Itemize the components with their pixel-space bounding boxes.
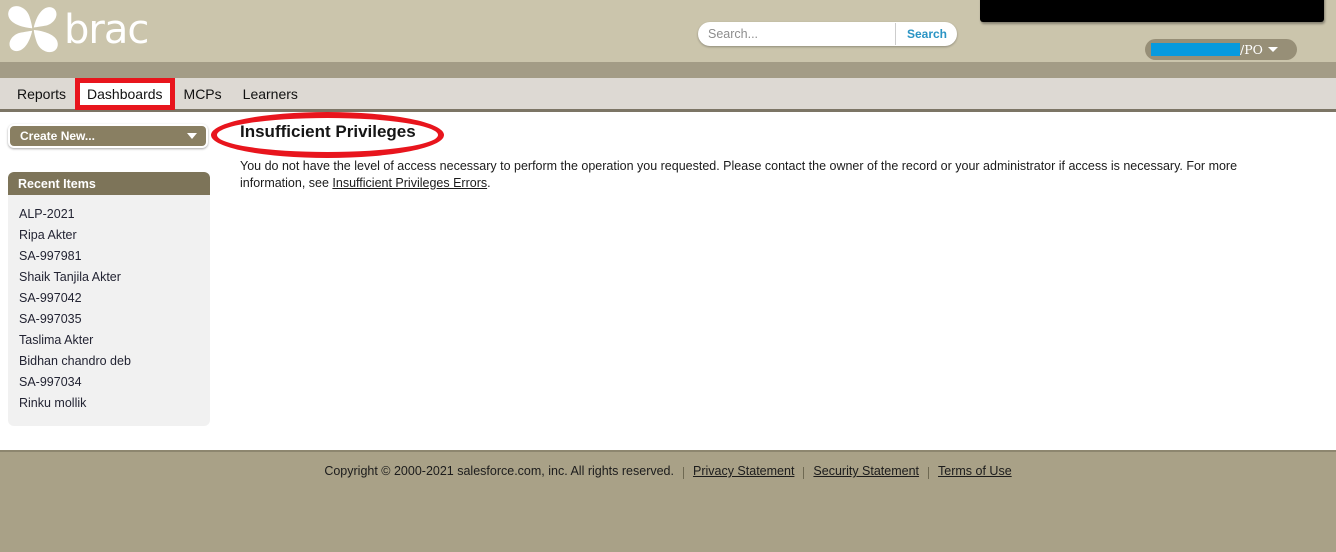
error-message-suffix: . bbox=[487, 176, 491, 190]
search-input[interactable] bbox=[706, 23, 895, 45]
global-search[interactable]: Search bbox=[698, 22, 957, 46]
footer-divider bbox=[803, 467, 805, 479]
list-item[interactable]: SA-997981 bbox=[8, 246, 210, 267]
terms-of-use-link[interactable]: Terms of Use bbox=[938, 464, 1012, 478]
recent-items-list: ALP-2021 Ripa Akter SA-997981 Shaik Tanj… bbox=[8, 195, 210, 426]
page-footer: Copyright © 2000-2021 salesforce.com, in… bbox=[0, 450, 1336, 552]
brac-pinwheel-logo-icon bbox=[6, 4, 60, 56]
page-root: brac Search /PO Reports Dashboards MCPs … bbox=[0, 0, 1336, 552]
tab-mcps[interactable]: MCPs bbox=[177, 83, 229, 105]
user-name-redaction bbox=[1151, 43, 1240, 56]
search-button[interactable]: Search bbox=[896, 22, 957, 46]
tab-reports[interactable]: Reports bbox=[10, 83, 73, 105]
main-content: Insufficient Privileges You do not have … bbox=[226, 120, 1316, 192]
primary-navigation: Reports Dashboards MCPs Learners bbox=[0, 77, 1336, 112]
brac-logo[interactable]: brac bbox=[6, 2, 186, 58]
tab-learners[interactable]: Learners bbox=[236, 83, 305, 105]
footer-copyright: Copyright © 2000-2021 salesforce.com, in… bbox=[324, 464, 674, 478]
page-header: brac Search /PO bbox=[0, 0, 1336, 62]
recent-items-panel: Recent Items ALP-2021 Ripa Akter SA-9979… bbox=[8, 172, 210, 426]
list-item[interactable]: SA-997042 bbox=[8, 288, 210, 309]
brac-logo-text: brac bbox=[64, 7, 149, 53]
list-item[interactable]: ALP-2021 bbox=[8, 204, 210, 225]
top-redaction-box bbox=[980, 0, 1324, 22]
recent-items-title: Recent Items bbox=[8, 172, 210, 195]
list-item[interactable]: SA-997034 bbox=[8, 372, 210, 393]
user-name-suffix: /PO bbox=[1240, 42, 1263, 57]
footer-divider bbox=[682, 467, 684, 479]
list-item[interactable]: Taslima Akter bbox=[8, 330, 210, 351]
create-new-label: Create New... bbox=[20, 129, 95, 143]
tab-dashboards[interactable]: Dashboards bbox=[75, 77, 175, 110]
footer-divider bbox=[928, 467, 930, 479]
list-item[interactable]: Rinku mollik bbox=[8, 393, 210, 414]
page-title: Insufficient Privileges bbox=[240, 122, 416, 141]
error-message: You do not have the level of access nece… bbox=[240, 158, 1302, 192]
chevron-down-icon bbox=[1267, 47, 1278, 52]
list-item[interactable]: Shaik Tanjila Akter bbox=[8, 267, 210, 288]
insufficient-privileges-errors-link[interactable]: Insufficient Privileges Errors bbox=[332, 176, 487, 190]
privacy-statement-link[interactable]: Privacy Statement bbox=[693, 464, 794, 478]
security-statement-link[interactable]: Security Statement bbox=[813, 464, 919, 478]
list-item[interactable]: Bidhan chandro deb bbox=[8, 351, 210, 372]
list-item[interactable]: Ripa Akter bbox=[8, 225, 210, 246]
create-new-dropdown[interactable]: Create New... bbox=[8, 124, 208, 148]
list-item[interactable]: SA-997035 bbox=[8, 309, 210, 330]
chevron-down-icon bbox=[187, 133, 197, 139]
user-menu[interactable]: /PO bbox=[1145, 39, 1297, 60]
header-under-band bbox=[0, 62, 1336, 78]
